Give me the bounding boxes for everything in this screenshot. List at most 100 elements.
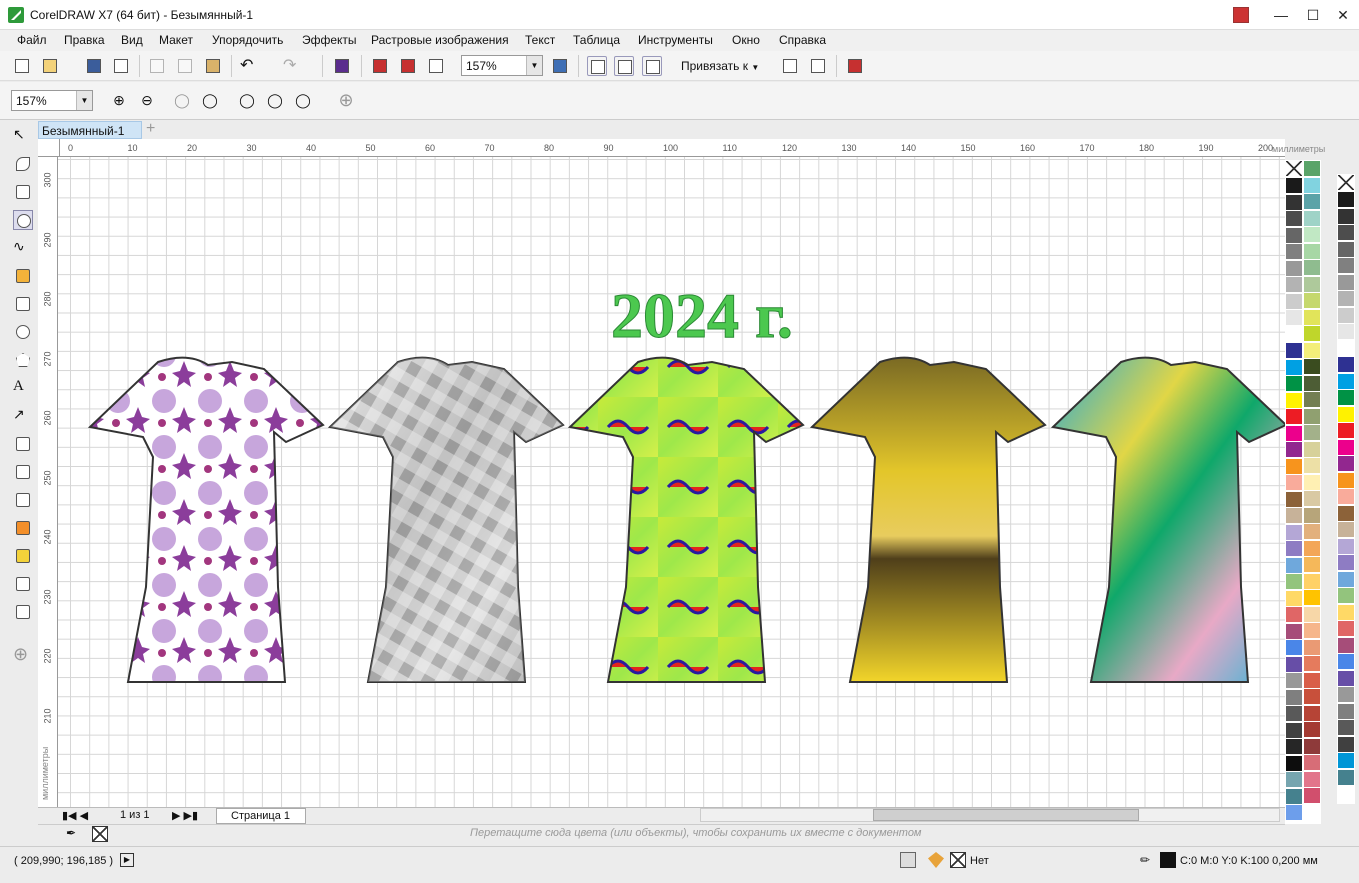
- palette-swatch[interactable]: [1337, 488, 1355, 505]
- palette-swatch[interactable]: [1337, 356, 1355, 373]
- palette-swatch[interactable]: [1285, 193, 1303, 211]
- shape-tool-icon[interactable]: [13, 154, 33, 174]
- palette-swatch[interactable]: [1285, 424, 1303, 442]
- export-icon[interactable]: [398, 56, 418, 76]
- user-account-icon[interactable]: [1233, 7, 1249, 23]
- document-tab[interactable]: Безымянный-1: [38, 121, 142, 139]
- snap-to-dropdown[interactable]: Привязать к ▼: [675, 55, 765, 77]
- palette-swatch[interactable]: [1337, 224, 1355, 241]
- palette-swatch[interactable]: [1285, 490, 1303, 508]
- chevron-down-icon[interactable]: ▼: [526, 56, 542, 75]
- quick-customize-icon[interactable]: ⊕: [13, 644, 33, 664]
- palette-swatch[interactable]: [1285, 589, 1303, 607]
- palette-swatch[interactable]: [1337, 339, 1355, 357]
- outline-pen-tool-icon[interactable]: [13, 574, 33, 594]
- palette-swatch[interactable]: [1337, 686, 1355, 703]
- palette-swatch[interactable]: [1303, 704, 1321, 722]
- palette-swatch[interactable]: [1303, 325, 1321, 342]
- palette-swatch[interactable]: [1337, 653, 1355, 670]
- palette-swatch[interactable]: [1303, 490, 1321, 507]
- show-grid-icon[interactable]: [614, 56, 634, 76]
- menu-table[interactable]: Таблица: [573, 33, 620, 47]
- palette-swatch[interactable]: [1285, 408, 1303, 425]
- zoom-all-objects-icon[interactable]: ◯: [200, 90, 220, 110]
- palette-no-color-swatch[interactable]: [1285, 160, 1303, 177]
- close-icon[interactable]: ✕: [1328, 4, 1358, 26]
- palette-swatch[interactable]: [1303, 226, 1321, 243]
- palette-swatch[interactable]: [1285, 721, 1303, 739]
- palette-swatch[interactable]: [1337, 554, 1355, 571]
- palette-swatch[interactable]: [1337, 570, 1355, 588]
- palette-swatch[interactable]: [1303, 572, 1321, 590]
- dress-3[interactable]: [567, 356, 805, 683]
- interactive-fill-tool-icon[interactable]: [13, 546, 33, 566]
- palette-swatch[interactable]: [1303, 407, 1321, 425]
- crop-tool-icon[interactable]: [13, 182, 33, 202]
- options-icon[interactable]: [780, 56, 800, 76]
- print-icon[interactable]: [111, 56, 131, 76]
- palette-swatch[interactable]: [1303, 589, 1321, 606]
- palette-swatch[interactable]: [1303, 737, 1321, 755]
- palette-swatch[interactable]: [1337, 323, 1355, 340]
- menu-bitmaps[interactable]: Растровые изображения: [371, 33, 509, 47]
- palette-swatch[interactable]: [1285, 342, 1303, 359]
- palette-swatch[interactable]: [1303, 341, 1321, 359]
- palette-swatch[interactable]: [1303, 374, 1321, 392]
- palette-swatch[interactable]: [1285, 226, 1303, 244]
- palette-swatch[interactable]: [1303, 391, 1321, 408]
- menu-layout[interactable]: Макет: [159, 33, 193, 47]
- menu-text[interactable]: Текст: [525, 33, 555, 47]
- palette-swatch[interactable]: [1285, 391, 1303, 409]
- page-next-last-icons[interactable]: ▶ ▶▮: [172, 809, 198, 822]
- palette-swatch[interactable]: [1337, 257, 1355, 274]
- zoom-tool-icon[interactable]: [13, 210, 33, 230]
- zoom-levels-select[interactable]: 157% ▼: [11, 90, 93, 111]
- palette-swatch[interactable]: [1303, 176, 1321, 194]
- palette-swatch[interactable]: [1337, 620, 1355, 637]
- palette-swatch[interactable]: [1303, 275, 1321, 293]
- palette-swatch[interactable]: [1303, 605, 1321, 623]
- palette-swatch[interactable]: [1303, 539, 1321, 557]
- zoom-page-height-icon[interactable]: ◯: [293, 90, 313, 110]
- cut-icon[interactable]: [147, 56, 167, 76]
- palette-swatch[interactable]: [1303, 721, 1321, 738]
- palette-swatch[interactable]: [1337, 537, 1355, 555]
- palette-swatch[interactable]: [1303, 688, 1321, 705]
- palette-swatch[interactable]: [1303, 209, 1321, 227]
- palette-swatch[interactable]: [1337, 702, 1355, 720]
- object-properties-icon[interactable]: [900, 852, 916, 868]
- palette-swatch[interactable]: [1303, 787, 1321, 804]
- palette-swatch[interactable]: [1285, 556, 1303, 574]
- palette-swatch[interactable]: [1285, 309, 1303, 326]
- maximize-icon[interactable]: ☐: [1298, 4, 1328, 26]
- palette-swatch[interactable]: [1337, 405, 1355, 423]
- welcome-screen-icon[interactable]: [845, 56, 865, 76]
- palette-swatch[interactable]: [1285, 358, 1303, 376]
- eyedropper-icon[interactable]: ✒: [66, 826, 76, 840]
- palette-swatch[interactable]: [1303, 259, 1321, 276]
- zoom-level-select[interactable]: 157% ▼: [461, 55, 543, 76]
- palette-swatch[interactable]: [1303, 754, 1321, 771]
- palette-swatch[interactable]: [1337, 273, 1355, 291]
- palette-swatch[interactable]: [1337, 752, 1355, 769]
- text-tool-icon[interactable]: A: [13, 378, 33, 398]
- palette-swatch[interactable]: [1285, 754, 1303, 772]
- palette-swatch[interactable]: [1303, 424, 1321, 441]
- palette-no-color-swatch[interactable]: [1337, 174, 1355, 191]
- play-icon[interactable]: ▶: [120, 853, 134, 867]
- chevron-down-icon[interactable]: ▼: [76, 91, 92, 110]
- palette-swatch[interactable]: [1285, 259, 1303, 277]
- palette-swatch[interactable]: [1337, 521, 1355, 538]
- palette-swatch[interactable]: [1285, 804, 1303, 821]
- dress-5[interactable]: [1050, 356, 1285, 683]
- publish-pdf-icon[interactable]: [426, 56, 446, 76]
- palette-swatch[interactable]: [1337, 603, 1355, 621]
- palette-swatch[interactable]: [1303, 160, 1321, 177]
- redo-icon[interactable]: ↷: [283, 56, 303, 76]
- show-rulers-icon[interactable]: [587, 56, 607, 76]
- palette-swatch[interactable]: [1337, 669, 1355, 687]
- palette-swatch[interactable]: [1337, 191, 1355, 208]
- drawing-canvas[interactable]: 2024 г.: [58, 157, 1285, 807]
- no-color-swatch[interactable]: [92, 826, 108, 842]
- palette-swatch[interactable]: [1285, 771, 1303, 788]
